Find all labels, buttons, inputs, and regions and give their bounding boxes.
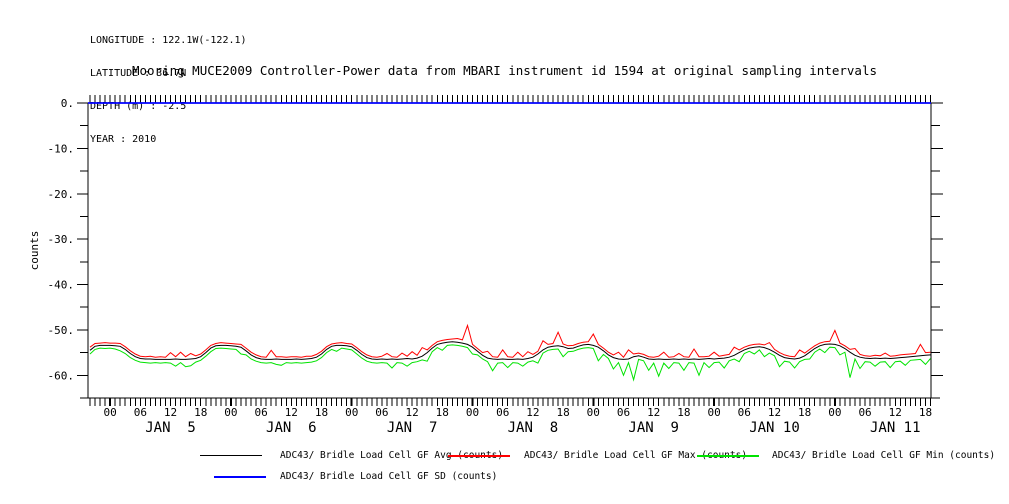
x-axis-hour-label: 06 xyxy=(617,406,630,419)
legend-line-sd xyxy=(214,476,266,478)
series-line-min xyxy=(90,345,931,380)
x-axis-hour-label: 12 xyxy=(647,406,660,419)
x-axis-hour-label: 06 xyxy=(738,406,751,419)
x-axis-hour-label: 06 xyxy=(134,406,147,419)
plot-box xyxy=(88,103,931,398)
x-axis-day-label: JAN 11 xyxy=(870,420,921,436)
x-axis-hour-label: 06 xyxy=(496,406,509,419)
legend-label-sd: ADC43/ Bridle Load Cell GF SD (counts) xyxy=(280,471,497,482)
mooring-plot-page: LONGITUDE : 122.1W(-122.1) LATITUDE : 36… xyxy=(0,0,1009,504)
x-axis-day-label: JAN 10 xyxy=(749,420,800,436)
y-axis-title: counts xyxy=(28,231,41,271)
x-axis-day-label: JAN 9 xyxy=(628,420,679,436)
x-axis-hour-label: 18 xyxy=(194,406,207,419)
x-axis-hour-label: 18 xyxy=(677,406,690,419)
chart-plot-area: 00 06 12 18 00 06 12 18 00 06 12 18 00 06 12 18 00 06 12 18… xyxy=(0,0,1009,504)
y-axis-tick-label: -30. xyxy=(48,233,75,246)
x-axis-hour-label: 00 xyxy=(828,406,841,419)
x-axis-hour-label: 12 xyxy=(889,406,902,419)
x-axis-hour-label: 12 xyxy=(768,406,781,419)
y-axis-tick-label: -60. xyxy=(48,369,75,382)
x-axis-hour-label: 06 xyxy=(858,406,871,419)
x-axis-hour-label: 18 xyxy=(798,406,811,419)
x-axis-hour-label: 18 xyxy=(919,406,932,419)
legend-line-avg xyxy=(200,455,262,456)
x-axis-hour-label: 00 xyxy=(707,406,720,419)
x-axis-hour-label: 00 xyxy=(104,406,117,419)
x-axis-day-label: JAN 8 xyxy=(508,420,559,436)
x-axis-hour-label: 00 xyxy=(345,406,358,419)
y-axis-tick-label: -20. xyxy=(48,188,75,201)
legend-label-min: ADC43/ Bridle Load Cell GF Min (counts) xyxy=(772,450,995,461)
x-axis-hour-label: 18 xyxy=(315,406,328,419)
x-axis-day-label: JAN 7 xyxy=(387,420,438,436)
x-axis-hour-label: 00 xyxy=(587,406,600,419)
x-axis-day-label: JAN 5 xyxy=(145,420,196,436)
legend-line-min xyxy=(697,455,759,457)
x-axis-hour-label: 12 xyxy=(405,406,418,419)
y-axis-tick-label: -10. xyxy=(48,142,75,155)
x-axis-hour-label: 12 xyxy=(164,406,177,419)
x-axis-hour-label: 12 xyxy=(285,406,298,419)
x-axis-hour-label: 18 xyxy=(556,406,569,419)
x-axis-hour-label: 00 xyxy=(466,406,479,419)
x-axis-hour-label: 06 xyxy=(375,406,388,419)
x-axis-hour-label: 12 xyxy=(526,406,539,419)
legend-line-max xyxy=(448,455,510,457)
x-axis-hour-label: 18 xyxy=(436,406,449,419)
y-axis-tick-label: -40. xyxy=(48,279,75,292)
x-axis-day-label: JAN 6 xyxy=(266,420,317,436)
y-axis-tick-label: -50. xyxy=(48,324,75,337)
y-axis-tick-label: 0. xyxy=(61,97,74,110)
series-line-max xyxy=(90,325,931,357)
x-axis-hour-label: 00 xyxy=(224,406,237,419)
x-axis-hour-label: 06 xyxy=(255,406,268,419)
